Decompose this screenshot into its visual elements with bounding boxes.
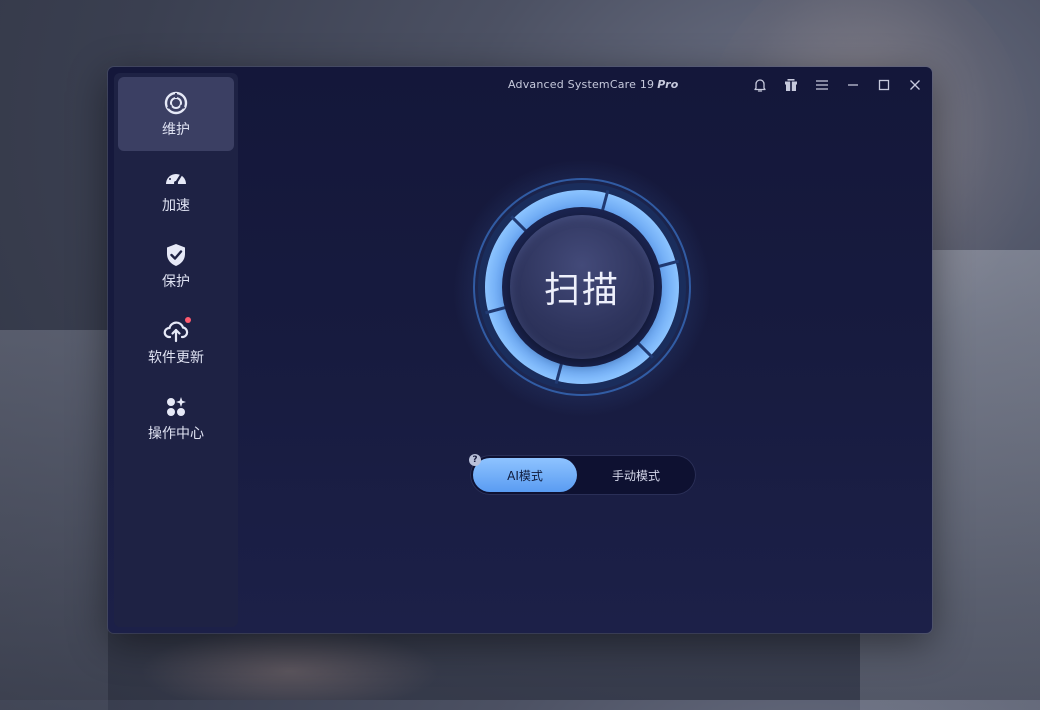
close-icon	[910, 80, 920, 90]
manual-mode-button[interactable]: 手动模式	[582, 458, 690, 492]
sidebar-item-label: 软件更新	[148, 350, 204, 366]
maximize-button[interactable]	[874, 75, 894, 95]
sidebar-item-label: 保护	[162, 274, 190, 290]
ai-mode-button[interactable]: AI模式	[473, 458, 577, 492]
app-edition-label: Pro	[657, 78, 679, 91]
maximize-icon	[878, 79, 890, 91]
sidebar-item-software-update[interactable]: 软件更新	[118, 305, 234, 379]
bell-icon	[754, 79, 766, 92]
sidebar-item-action-center[interactable]: 操作中心	[118, 381, 234, 455]
shield-check-icon	[163, 242, 189, 268]
ai-mode-label: AI模式	[507, 468, 543, 483]
maintenance-icon	[163, 90, 189, 116]
menu-button[interactable]	[812, 75, 832, 95]
app-window: 维护 加速 保护 软件更新 操作中心 Advanced SystemCare 1…	[108, 67, 932, 633]
scan-button-label: 扫描	[543, 270, 620, 311]
hamburger-menu-icon	[816, 80, 828, 90]
close-button[interactable]	[905, 75, 925, 95]
manual-mode-label: 手动模式	[611, 468, 660, 483]
sidebar-item-maintenance[interactable]: 维护	[118, 77, 234, 151]
apps-grid-icon	[163, 394, 189, 420]
title-bar: Advanced SystemCare 19 Pro	[238, 67, 932, 103]
notifications-button[interactable]	[750, 75, 770, 95]
scan-area: 扫描	[452, 158, 712, 418]
sidebar-item-label: 维护	[162, 122, 190, 138]
background-photo-hand	[140, 628, 440, 700]
app-title: Advanced SystemCare 19 Pro	[508, 78, 679, 91]
sidebar-item-label: 加速	[162, 198, 190, 214]
sidebar-item-speedup[interactable]: 加速	[118, 153, 234, 227]
sidebar: 维护 加速 保护 软件更新 操作中心	[114, 73, 238, 627]
app-title-text: Advanced SystemCare 19	[508, 78, 655, 91]
gift-button[interactable]	[781, 75, 801, 95]
scan-mode-toggle: AI模式 手动模式 ?	[469, 454, 696, 495]
update-badge-dot	[185, 317, 191, 323]
background-photo-laptop	[0, 330, 108, 710]
cloud-upload-icon	[163, 317, 191, 344]
minimize-button[interactable]	[843, 75, 863, 95]
gift-box-icon	[785, 79, 797, 91]
scan-button[interactable]: 扫描	[510, 215, 654, 359]
sidebar-item-protect[interactable]: 保护	[118, 229, 234, 303]
help-icon[interactable]: ?	[469, 454, 481, 466]
minimize-icon	[848, 84, 858, 86]
sidebar-item-label: 操作中心	[148, 426, 204, 442]
speedometer-icon	[163, 166, 189, 192]
